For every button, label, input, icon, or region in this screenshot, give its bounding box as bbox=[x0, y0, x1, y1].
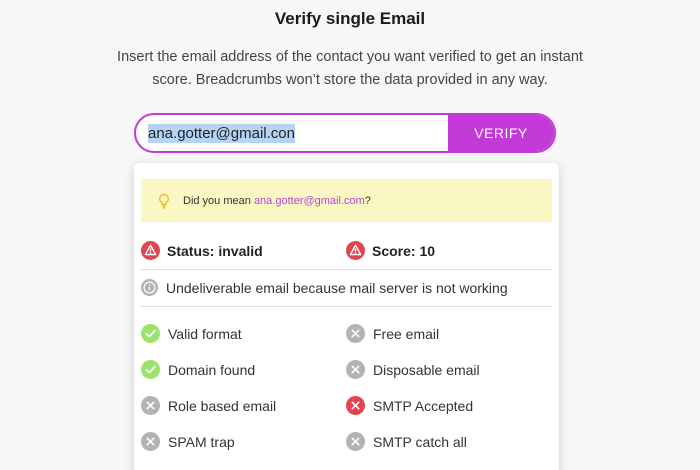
check-valid-format: Valid format bbox=[141, 324, 242, 343]
lightbulb-icon bbox=[159, 193, 169, 209]
check-disposable-email: Disposable email bbox=[346, 360, 480, 379]
status-label: Status: invalid bbox=[167, 242, 263, 259]
score-cell: Score: 10 bbox=[346, 241, 435, 260]
x-icon bbox=[141, 396, 160, 415]
check-icon bbox=[141, 360, 160, 379]
suggestion-suffix: ? bbox=[364, 194, 371, 207]
suggestion-banner: Did you mean ana.gotter@gmail.com? bbox=[141, 179, 552, 222]
x-icon bbox=[346, 360, 365, 379]
check-label: Valid format bbox=[168, 325, 242, 342]
result-card: Did you mean ana.gotter@gmail.com? Statu… bbox=[134, 163, 559, 470]
reason-text: Undeliverable email because mail server … bbox=[166, 279, 508, 296]
suggested-email-link[interactable]: ana.gotter@gmail.com bbox=[254, 195, 365, 207]
warning-icon bbox=[141, 241, 160, 260]
x-icon bbox=[346, 324, 365, 343]
reason-row: Undeliverable email because mail server … bbox=[141, 279, 508, 296]
check-label: SMTP Accepted bbox=[373, 397, 474, 414]
check-role-based-email: Role based email bbox=[141, 396, 276, 415]
check-label: Disposable email bbox=[373, 361, 480, 378]
score-label: Score: 10 bbox=[372, 242, 436, 259]
check-label: Role based email bbox=[168, 397, 277, 414]
email-input[interactable]: ana.gotter@gmail.con bbox=[136, 115, 448, 151]
suggestion-prefix: Did you mean bbox=[183, 194, 251, 207]
check-label: Domain found bbox=[168, 361, 256, 378]
page-title: Verify single Email bbox=[274, 9, 426, 28]
check-domain-found: Domain found bbox=[141, 360, 255, 379]
status-row: Status: invalid Score: 10 bbox=[141, 241, 552, 261]
check-label: SPAM trap bbox=[168, 433, 235, 450]
x-icon bbox=[346, 396, 365, 415]
warning-icon bbox=[346, 241, 365, 260]
divider bbox=[141, 269, 552, 270]
check-label: Free email bbox=[373, 325, 440, 342]
check-icon bbox=[141, 324, 160, 343]
page-subtitle: Insert the email address of the contact … bbox=[117, 49, 583, 88]
x-icon bbox=[141, 432, 160, 451]
verify-form: ana.gotter@gmail.con VERIFY bbox=[134, 113, 556, 153]
email-input-value: ana.gotter@gmail.con bbox=[148, 123, 295, 143]
divider bbox=[141, 306, 552, 307]
check-spam-trap: SPAM trap bbox=[141, 432, 235, 451]
check-smtp-catch-all: SMTP catch all bbox=[346, 432, 467, 451]
check-smtp-accepted: SMTP Accepted bbox=[346, 396, 473, 415]
x-icon bbox=[346, 432, 365, 451]
status-cell: Status: invalid bbox=[141, 241, 263, 260]
check-free-email: Free email bbox=[346, 324, 439, 343]
info-icon bbox=[141, 279, 158, 296]
verify-button[interactable]: VERIFY bbox=[448, 115, 554, 151]
check-label: SMTP catch all bbox=[373, 433, 467, 450]
